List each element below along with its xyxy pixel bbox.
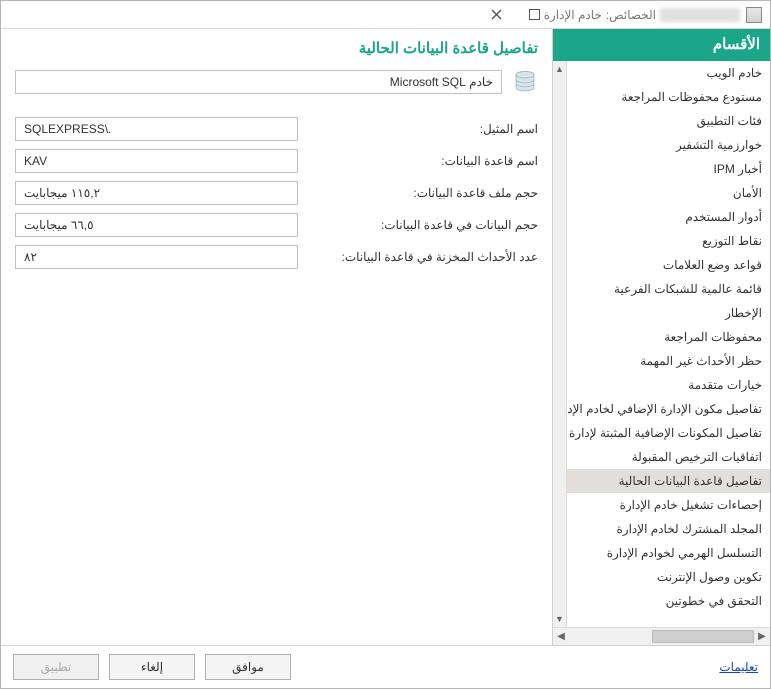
- database-icon: [512, 69, 538, 95]
- horizontal-scrollbar[interactable]: ▶ ◀: [553, 627, 770, 645]
- vertical-scrollbar[interactable]: ▲ ▼: [553, 61, 567, 627]
- sidebar-item[interactable]: التحقق في خطوتين: [567, 589, 770, 613]
- sidebar-item[interactable]: المجلد المشترك لخادم الإدارة: [567, 517, 770, 541]
- sidebar-item[interactable]: فئات التطبيق: [567, 109, 770, 133]
- db-type-value: خادم Microsoft SQL: [390, 75, 493, 89]
- ok-button[interactable]: موافق: [205, 654, 291, 680]
- field-label: حجم ملف قاعدة البيانات:: [308, 186, 538, 200]
- dialog-footer: تعليمات موافق إلغاء تطبيق: [1, 645, 770, 688]
- section-list: خادم الويبمستودع محفوظات المراجعةفئات ال…: [553, 61, 770, 645]
- field-label: عدد الأحداث المخزنة في قاعدة البيانات:: [308, 250, 538, 264]
- details-panel: تفاصيل قاعدة البيانات الحالية خادم Micro…: [1, 29, 552, 645]
- app-icon: [746, 7, 762, 23]
- sidebar-item[interactable]: اتفاقيات الترخيص المقبولة: [567, 445, 770, 469]
- sidebar-item[interactable]: مستودع محفوظات المراجعة: [567, 85, 770, 109]
- sidebar-item[interactable]: أخبار IPM: [567, 157, 770, 181]
- title-value: خادم الإدارة: [544, 8, 602, 22]
- sidebar-item[interactable]: قائمة عالمية للشبكات الفرعية: [567, 277, 770, 301]
- sidebar-item[interactable]: التسلسل الهرمي لخوادم الإدارة: [567, 541, 770, 565]
- field-value: SQLEXPRESS\.: [15, 117, 298, 141]
- sidebar-header: الأقسام: [553, 29, 770, 61]
- field-label: اسم قاعدة البيانات:: [308, 154, 538, 168]
- field-row: حجم البيانات في قاعدة البيانات: ٦٦,٥ ميجا…: [1, 209, 552, 241]
- apply-button[interactable]: تطبيق: [13, 654, 99, 680]
- horizontal-scroll-thumb[interactable]: [652, 630, 754, 643]
- sidebar-item[interactable]: خيارات متقدمة: [567, 373, 770, 397]
- sidebar-item[interactable]: أدوار المستخدم: [567, 205, 770, 229]
- field-row: اسم قاعدة البيانات: KAV: [1, 145, 552, 177]
- field-value: ٨٢: [15, 245, 298, 269]
- title-blur: [660, 8, 740, 22]
- sidebar-item[interactable]: قواعد وضع العلامات: [567, 253, 770, 277]
- sidebar-item[interactable]: حظر الأحداث غير المهمة: [567, 349, 770, 373]
- scroll-right-arrow[interactable]: ▶: [754, 628, 770, 645]
- panel-title: تفاصيل قاعدة البيانات الحالية: [1, 29, 552, 63]
- sidebar-item[interactable]: الإخطار: [567, 301, 770, 325]
- sidebar-item[interactable]: خادم الويب: [567, 61, 770, 85]
- title-bar: الخصائص: خادم الإدارة: [1, 1, 770, 29]
- sidebar-item[interactable]: إحصاءات تشغيل خادم الإدارة: [567, 493, 770, 517]
- properties-window: الخصائص: خادم الإدارة الأقسام خادم الويب…: [0, 0, 771, 689]
- close-button[interactable]: [488, 6, 506, 24]
- maximize-button[interactable]: [526, 6, 544, 24]
- scroll-down-arrow[interactable]: ▼: [553, 611, 566, 627]
- field-value: ٦٦,٥ ميجابايت: [15, 213, 298, 237]
- sidebar-item[interactable]: خوارزمية التشفير: [567, 133, 770, 157]
- sidebar-item[interactable]: نقاط التوزيع: [567, 229, 770, 253]
- db-type-field: خادم Microsoft SQL: [15, 70, 502, 94]
- field-row: حجم ملف قاعدة البيانات: ١١٥,٢ ميجابايت: [1, 177, 552, 209]
- field-value: ١١٥,٢ ميجابايت: [15, 181, 298, 205]
- title-label: الخصائص:: [606, 8, 656, 22]
- sections-sidebar: الأقسام خادم الويبمستودع محفوظات المراجع…: [552, 29, 770, 645]
- help-link[interactable]: تعليمات: [719, 660, 758, 674]
- cancel-button[interactable]: إلغاء: [109, 654, 195, 680]
- sidebar-item[interactable]: تكوين وصول الإنترنت: [567, 565, 770, 589]
- sidebar-item[interactable]: محفوظات المراجعة: [567, 325, 770, 349]
- sidebar-item[interactable]: تفاصيل المكونات الإضافية المثبتة لإدارة …: [567, 421, 770, 445]
- field-label: اسم المثيل:: [308, 122, 538, 136]
- scroll-left-arrow[interactable]: ◀: [553, 628, 569, 645]
- sidebar-item[interactable]: تفاصيل قاعدة البيانات الحالية: [567, 469, 770, 493]
- sidebar-item[interactable]: تفاصيل مكون الإدارة الإضافي لخادم الإدار…: [567, 397, 770, 421]
- field-value: KAV: [15, 149, 298, 173]
- field-row: اسم المثيل: SQLEXPRESS\.: [1, 113, 552, 145]
- scroll-up-arrow[interactable]: ▲: [553, 61, 566, 77]
- sidebar-item[interactable]: الأمان: [567, 181, 770, 205]
- field-label: حجم البيانات في قاعدة البيانات:: [308, 218, 538, 232]
- field-row: عدد الأحداث المخزنة في قاعدة البيانات: ٨٢: [1, 241, 552, 273]
